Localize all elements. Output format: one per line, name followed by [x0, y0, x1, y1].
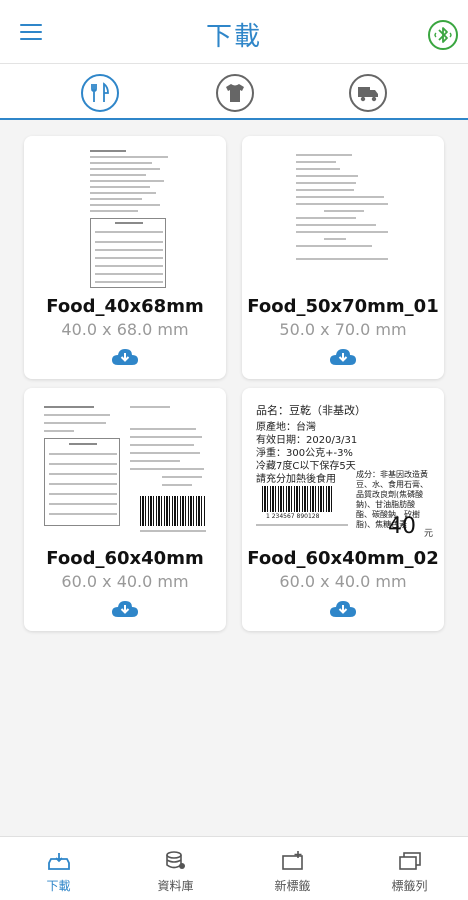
nav-label: 新標籤	[274, 879, 311, 893]
template-card[interactable]: 品名：豆乾（非基改） 原產地：台灣 有效日期：2020/3/31 淨重：300公…	[242, 388, 444, 631]
bottom-nav: 下載 資料庫 新標籤 標籤列	[0, 836, 468, 900]
cloud-download-icon	[330, 349, 356, 365]
nav-database[interactable]: 資料庫	[117, 837, 234, 900]
nav-download[interactable]: 下載	[0, 837, 117, 900]
label-preview: 品名：豆乾（非基改） 原產地：台灣 有效日期：2020/3/31 淨重：300公…	[256, 398, 433, 544]
preview-price-unit: 元	[424, 529, 434, 539]
template-name: Food_60x40mm_02	[247, 548, 439, 569]
cloud-download-icon	[112, 601, 138, 617]
barcode	[262, 486, 332, 512]
preview-note: 請充分加熱後食用	[256, 474, 336, 485]
nav-label: 下載	[46, 879, 71, 893]
template-size: 40.0 x 68.0 mm	[61, 320, 189, 339]
label-preview	[44, 398, 206, 544]
shirt-icon	[226, 84, 244, 102]
template-card[interactable]: Food_50x70mm_01 50.0 x 70.0 mm	[242, 136, 444, 379]
tab-food[interactable]	[81, 74, 119, 112]
utensils-icon	[91, 82, 109, 102]
nav-label-list[interactable]: 標籤列	[351, 837, 468, 900]
cloud-download-icon	[112, 349, 138, 365]
template-size: 60.0 x 40.0 mm	[61, 572, 189, 591]
download-button[interactable]	[328, 598, 358, 620]
tab-clothing[interactable]	[216, 74, 254, 112]
download-button[interactable]	[110, 346, 140, 368]
template-size: 50.0 x 70.0 mm	[279, 320, 407, 339]
database-icon	[166, 851, 185, 869]
nav-new-label[interactable]: 新標籤	[234, 837, 351, 900]
truck-icon	[358, 87, 378, 102]
page-title: 下載	[205, 22, 262, 52]
label-list-icon	[399, 852, 421, 870]
label-preview	[44, 146, 206, 292]
download-button[interactable]	[110, 598, 140, 620]
cloud-download-icon	[330, 601, 356, 617]
download-button[interactable]	[328, 346, 358, 368]
category-tabs	[0, 64, 468, 120]
app-bar: 下載	[0, 0, 468, 64]
label-preview	[262, 146, 424, 292]
template-name: Food_60x40mm	[46, 548, 204, 569]
template-name: Food_40x68mm	[46, 296, 204, 317]
barcode-number: 1 234567 890128	[266, 513, 320, 520]
template-size: 60.0 x 40.0 mm	[279, 572, 407, 591]
cloud-download-icon	[48, 853, 70, 870]
nav-label: 標籤列	[391, 879, 428, 893]
template-name: Food_50x70mm_01	[247, 296, 439, 317]
preview-price: 40	[388, 514, 416, 539]
tab-logistics[interactable]	[349, 74, 387, 112]
template-card[interactable]: Food_60x40mm 60.0 x 40.0 mm	[24, 388, 226, 631]
nav-label: 資料庫	[157, 879, 194, 893]
new-label-icon	[282, 851, 303, 870]
template-card[interactable]: Food_40x68mm 40.0 x 68.0 mm	[24, 136, 226, 379]
bluetooth-icon[interactable]	[428, 20, 458, 50]
preview-product: 品名：豆乾（非基改）	[256, 404, 366, 417]
